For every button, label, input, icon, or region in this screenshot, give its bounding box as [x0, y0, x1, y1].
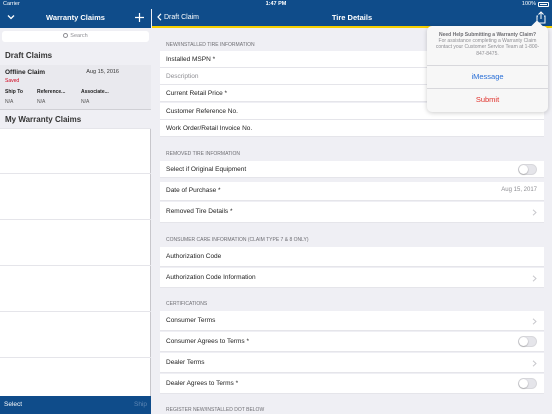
dealer-agrees-toggle[interactable]: [518, 378, 537, 389]
authorization-code-info-row[interactable]: Authorization Code Information: [160, 268, 544, 288]
popover-body: For assistance completing a Warranty Cla…: [435, 38, 540, 57]
search-placeholder: Search: [70, 33, 88, 39]
column-header: Ship To: [5, 89, 23, 95]
date-of-purchase-row[interactable]: Date of Purchase * Aug 15, 2017: [160, 182, 544, 201]
search-icon: [63, 33, 69, 38]
authorization-code-field[interactable]: Authorization Code: [160, 247, 544, 267]
register-dot-section-header: REGISTER NEW/INSTALLED DOT BELOW: [166, 407, 265, 413]
imessage-button[interactable]: iMessage: [427, 72, 548, 81]
date-of-purchase-value: Aug 15, 2017: [501, 187, 537, 193]
popover-title: Need Help Submitting a Warranty Claim?: [438, 32, 537, 38]
column-value: N/A: [5, 99, 14, 105]
dealer-agrees-row: Dealer Agrees to Terms *: [160, 374, 544, 394]
draft-claims-header: Draft Claims: [0, 46, 151, 65]
popover-message: Need Help Submitting a Warranty Claim? F…: [431, 32, 544, 57]
original-equipment-toggle[interactable]: [518, 164, 537, 175]
row-label: Installed MSPN *: [166, 56, 216, 63]
row-label: Select if Original Equipment: [166, 166, 247, 173]
work-order-field[interactable]: Work Order/Retail Invoice No.: [160, 120, 544, 137]
search-bar: Search: [0, 28, 151, 46]
draft-claim-date: Aug 15, 2016: [86, 69, 119, 75]
row-label: Authorization Code Information: [166, 274, 256, 281]
my-warranty-claims-header: My Warranty Claims: [0, 110, 151, 129]
ship-to-column: Ship To N/A: [5, 89, 23, 105]
draft-claim-name: Offline Claim: [5, 69, 46, 76]
new-tire-section-header: NEW/INSTALLED TIRE INFORMATION: [166, 42, 255, 48]
claims-list-pane: Warranty Claims Search Draft Claims Offl…: [0, 9, 151, 414]
column-header: Associate...: [81, 89, 109, 95]
left-toolbar: Select Ship: [0, 396, 151, 414]
chevron-right-icon: [532, 275, 537, 282]
list-separator: [0, 357, 151, 358]
row-label: Authorization Code: [166, 253, 222, 260]
draft-claim-status: Saved: [5, 78, 20, 84]
consumer-terms-row[interactable]: Consumer Terms: [160, 311, 544, 331]
row-label: Removed Tire Details *: [166, 208, 233, 215]
list-separator: [0, 311, 151, 312]
ship-button[interactable]: Ship: [134, 401, 147, 408]
row-label: Dealer Terms: [166, 359, 205, 366]
certifications-section-header: CERTIFICATIONS: [166, 301, 208, 307]
chevron-right-icon: [532, 318, 537, 325]
popover-divider: [427, 65, 548, 66]
row-label: Consumer Agrees to Terms *: [166, 338, 249, 345]
chevron-right-icon: [532, 209, 537, 216]
column-value: N/A: [81, 99, 90, 105]
column-value: N/A: [37, 99, 46, 105]
search-input[interactable]: Search: [2, 31, 149, 42]
column-header: Reference...: [37, 89, 66, 95]
left-nav-title: Warranty Claims: [46, 13, 105, 22]
row-label: Consumer Terms: [166, 317, 216, 324]
battery-percent: 100%: [521, 1, 536, 7]
chevron-right-icon: [532, 360, 537, 367]
row-label: Customer Reference No.: [166, 108, 238, 115]
battery-indicator: 100%: [522, 0, 549, 9]
list-separator: [0, 265, 151, 266]
select-button[interactable]: Select: [4, 401, 22, 408]
plus-icon[interactable]: [134, 12, 145, 23]
draft-claim-item[interactable]: Offline Claim Aug 15, 2016 Saved Ship To…: [0, 65, 151, 110]
help-popover: Need Help Submitting a Warranty Claim? F…: [427, 26, 548, 112]
status-time: 1:47 PM: [265, 1, 287, 7]
row-label: Work Order/Retail Invoice No.: [166, 125, 253, 132]
status-bar: Carrier 1:47 PM 100%: [0, 0, 552, 9]
list-separator: [0, 219, 151, 220]
reference-column: Reference... N/A: [37, 89, 65, 105]
original-equipment-row: Select if Original Equipment: [160, 161, 544, 178]
submit-button[interactable]: Submit: [427, 95, 548, 104]
row-label: Date of Purchase *: [166, 187, 221, 194]
row-label: Description: [166, 73, 199, 80]
consumer-care-section-header: CONSUMER CARE INFORMATION (CLAIM TYPE 7 …: [166, 237, 309, 243]
page-title: Tire Details: [331, 13, 373, 22]
associate-column: Associate... N/A: [81, 89, 109, 105]
list-separator: [0, 173, 151, 174]
row-label: Dealer Agrees to Terms *: [166, 380, 239, 387]
removed-tire-details-row[interactable]: Removed Tire Details *: [160, 202, 544, 223]
left-nav-bar: Warranty Claims: [0, 9, 151, 28]
removed-tire-section-header: REMOVED TIRE INFORMATION: [166, 151, 240, 157]
battery-icon: [538, 2, 549, 7]
row-label: Current Retail Price *: [166, 90, 228, 97]
consumer-agrees-toggle[interactable]: [518, 336, 537, 347]
popover-divider: [427, 88, 548, 89]
dealer-terms-row[interactable]: Dealer Terms: [160, 353, 544, 373]
consumer-agrees-row: Consumer Agrees to Terms *: [160, 332, 544, 352]
